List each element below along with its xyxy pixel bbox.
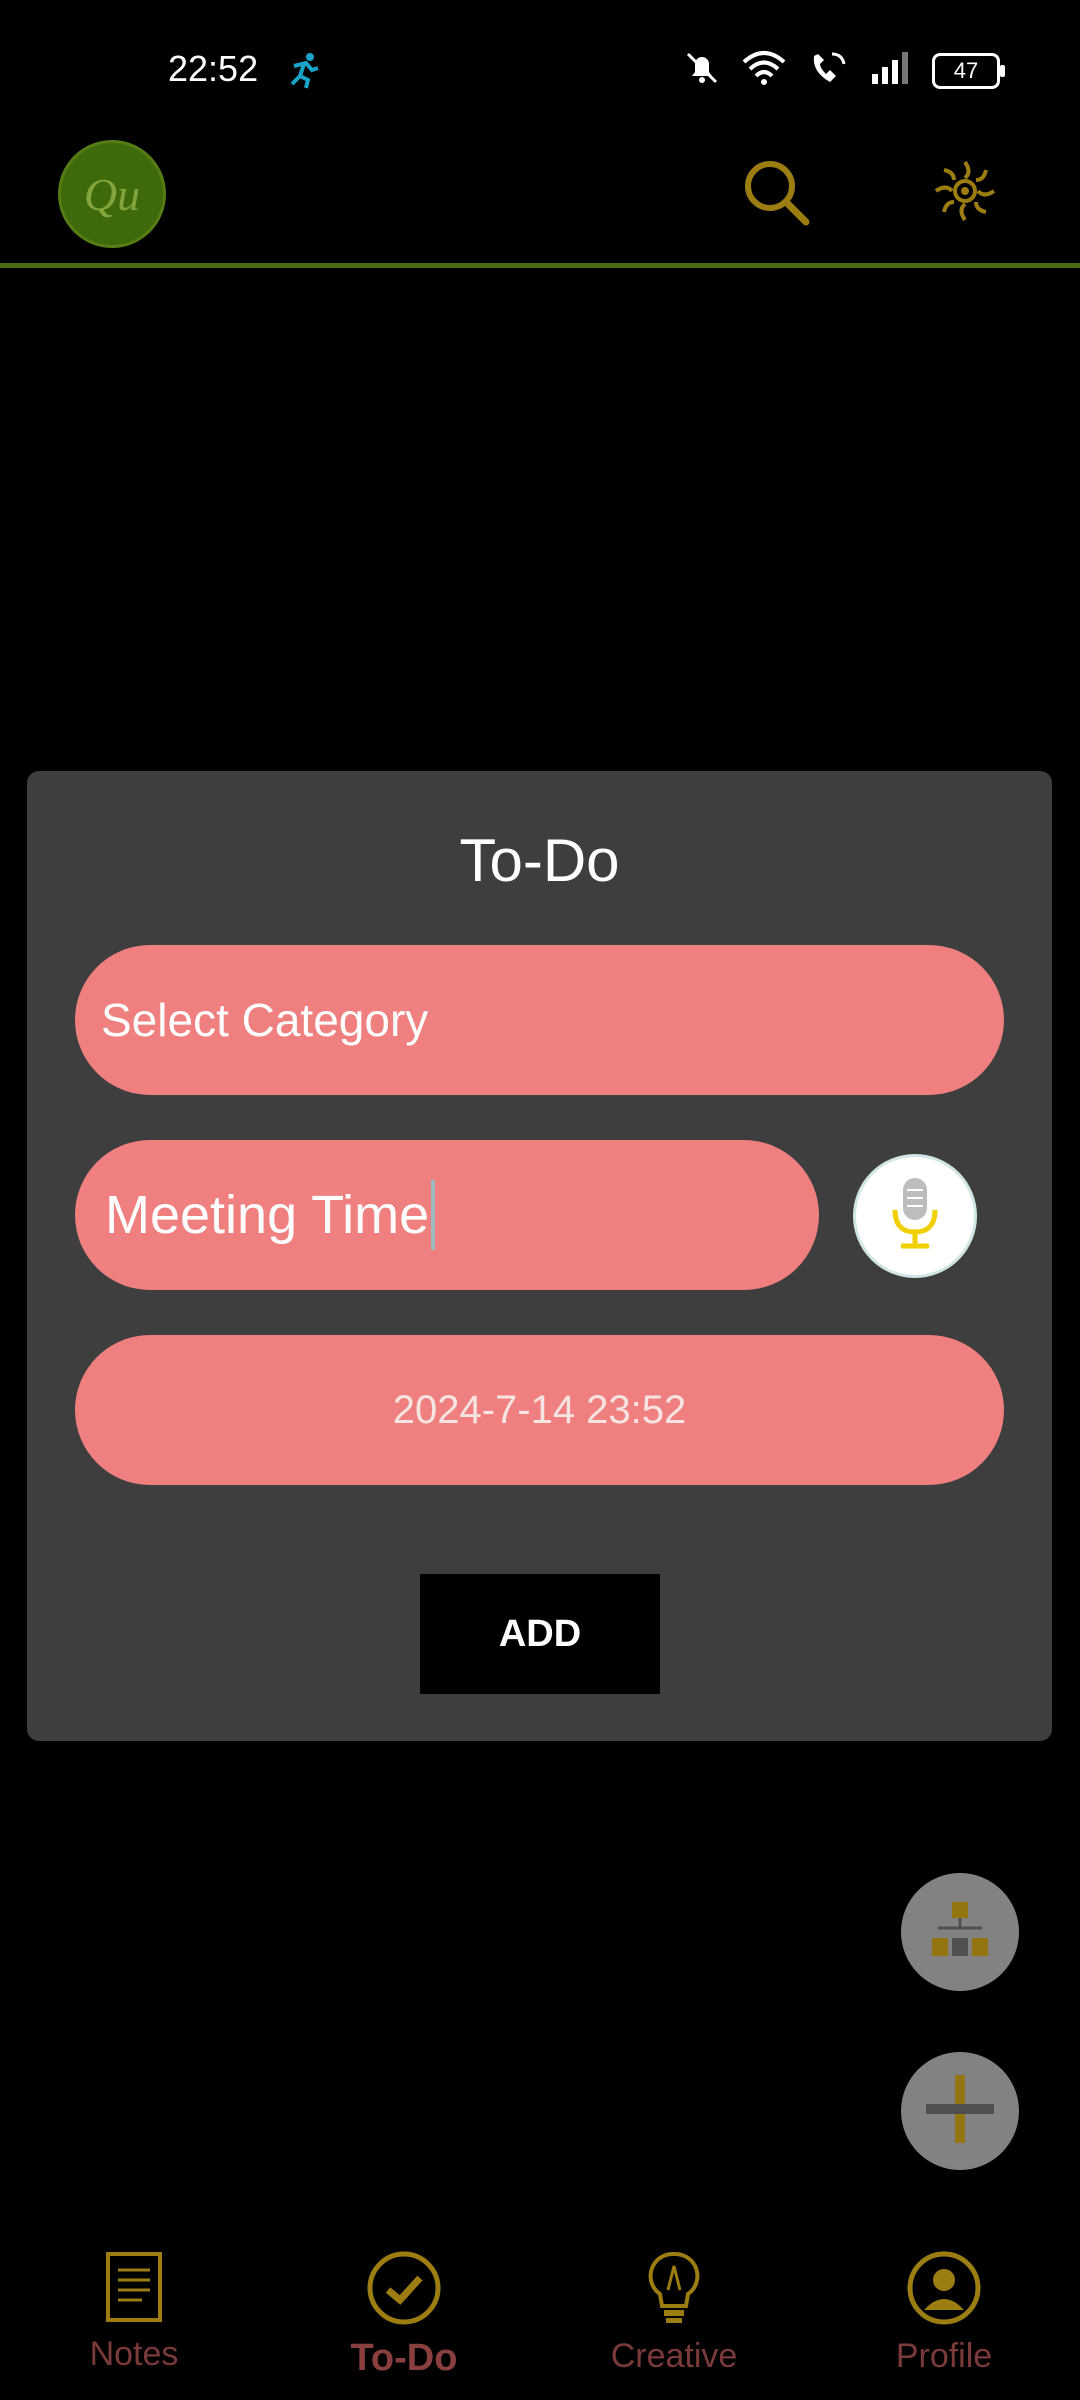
text-cursor (431, 1180, 436, 1250)
hierarchy-icon (928, 1898, 992, 1967)
mute-bell-icon (684, 50, 720, 91)
dialog-title: To-Do (459, 827, 620, 894)
todo-dialog: To-Do Select Category Meeting Time 2024-… (27, 771, 1052, 1741)
nav-profile-label: Profile (895, 2337, 993, 2375)
search-icon[interactable] (742, 158, 812, 233)
category-select[interactable]: Select Category (75, 945, 1004, 1095)
microphone-icon (885, 1174, 945, 1259)
status-time: 22:52 (168, 48, 259, 89)
plus-icon (920, 2069, 1000, 2154)
task-input-value: Meeting Time (105, 1185, 430, 1245)
app-bar: Qu (0, 140, 1080, 266)
nav-todo-label: To-Do (350, 2337, 458, 2379)
battery-level: 47 (953, 57, 979, 83)
category-select-label: Select Category (101, 994, 429, 1046)
nav-todo[interactable]: To-Do (294, 2250, 514, 2380)
datetime-picker[interactable]: 2024-7-14 23:52 (75, 1335, 1004, 1485)
wifi-icon (742, 50, 786, 91)
status-bar: 22:52 47 (0, 0, 1080, 140)
datetime-value: 2024-7-14 23:52 (392, 1387, 687, 1432)
battery-indicator: 47 (932, 52, 1005, 89)
call-wifi-icon (808, 50, 848, 91)
app-logo[interactable]: Qu (58, 140, 166, 248)
check-circle-icon (366, 2251, 442, 2330)
nav-notes-label: Notes (89, 2335, 179, 2373)
signal-icon (870, 50, 910, 91)
task-input[interactable]: Meeting Time (75, 1140, 819, 1290)
nav-creative-label: Creative (610, 2337, 738, 2375)
nav-notes[interactable]: Notes (24, 2250, 244, 2374)
lightbulb-icon (644, 2251, 704, 2330)
running-icon (284, 50, 324, 95)
category-tree-button[interactable] (901, 1873, 1019, 1991)
add-fab-button[interactable] (901, 2052, 1019, 2170)
voice-input-button[interactable] (853, 1154, 977, 1278)
nav-creative[interactable]: Creative (564, 2250, 784, 2376)
add-button[interactable]: ADD (420, 1574, 660, 1694)
notes-icon (104, 2252, 164, 2328)
profile-icon (906, 2251, 982, 2330)
nav-profile[interactable]: Profile (834, 2250, 1054, 2376)
logo-text: Qu (83, 168, 141, 220)
bottom-navigation: Notes To-Do Creative Profile (0, 2230, 1080, 2400)
app-bar-divider (0, 263, 1080, 268)
theme-sun-icon[interactable] (934, 160, 996, 227)
